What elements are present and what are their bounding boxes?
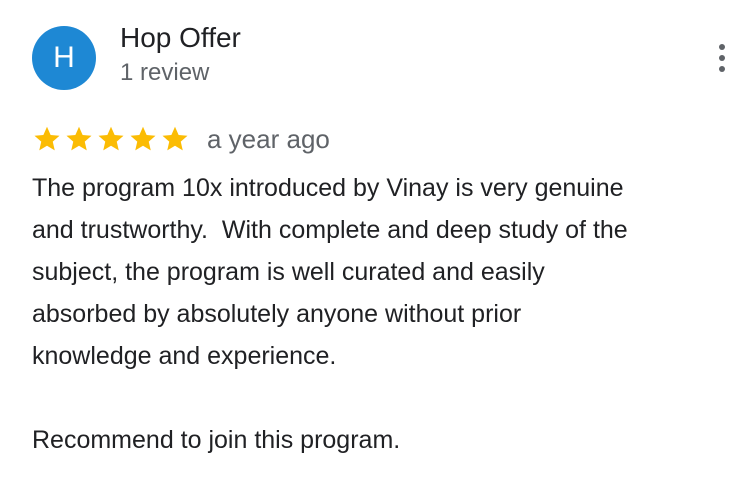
more-vert-icon-dot — [719, 66, 725, 72]
more-vert-icon-dot — [719, 55, 725, 61]
star-icon — [66, 126, 92, 151]
rating-row: a year ago — [32, 121, 330, 157]
star-icon — [130, 126, 156, 151]
avatar-initial: H — [53, 41, 75, 74]
review-date: a year ago — [207, 123, 330, 154]
star-icon — [162, 126, 188, 151]
star-rating — [32, 124, 190, 154]
avatar[interactable]: H — [32, 26, 96, 90]
more-vert-icon — [719, 44, 725, 50]
reviewer-name[interactable]: Hop Offer — [120, 22, 241, 54]
star-icon — [34, 126, 60, 151]
more-options-button[interactable] — [704, 40, 740, 76]
review-text: The program 10x introduced by Vinay is v… — [32, 174, 628, 454]
review-count[interactable]: 1 review — [120, 59, 209, 87]
star-icon — [98, 126, 124, 151]
